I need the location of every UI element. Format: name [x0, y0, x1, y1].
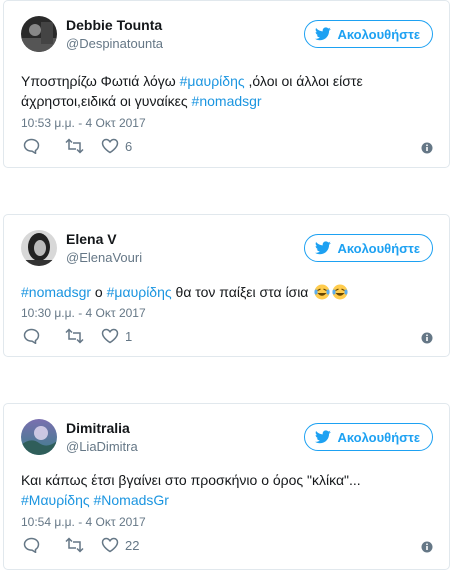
- reply-button[interactable]: [23, 537, 40, 553]
- timestamp[interactable]: 10:54 μ.μ. - 4 Οκτ 2017: [21, 514, 146, 530]
- follow-button[interactable]: Ακολουθήστε: [304, 20, 433, 48]
- retweet-icon: [65, 138, 84, 154]
- reply-icon: [23, 537, 40, 553]
- hashtag-link[interactable]: #nomadsgr: [21, 284, 91, 300]
- laughing-emoji-icon: [314, 284, 348, 305]
- twitter-bird-icon: [315, 241, 332, 255]
- info-icon: [421, 332, 433, 344]
- portrait-icon: [21, 16, 57, 52]
- hashtag-link[interactable]: #Μαυρίδης: [21, 492, 90, 508]
- avatar[interactable]: [21, 230, 57, 266]
- heart-icon: [101, 138, 119, 154]
- timestamp[interactable]: 10:53 μ.μ. - 4 Οκτ 2017: [21, 115, 146, 131]
- retweet-button[interactable]: [65, 328, 84, 344]
- tweet-hashtags: #Μαυρίδης #NomadsGr: [21, 490, 433, 510]
- display-name[interactable]: Elena V: [66, 230, 117, 248]
- retweet-button[interactable]: [65, 537, 84, 553]
- info-icon: [421, 142, 433, 154]
- hashtag-link[interactable]: #nomadsgr: [192, 93, 262, 109]
- follow-label: Ακολουθήστε: [337, 26, 420, 42]
- tweet-text: Υποστηρίζω Φωτιά λόγω #μαυρίδης ,όλοι οι…: [21, 71, 433, 111]
- user-handle[interactable]: @Despinatounta: [66, 35, 163, 52]
- follow-button[interactable]: Ακολουθήστε: [304, 234, 433, 262]
- follow-label: Ακολουθήστε: [337, 240, 420, 256]
- follow-button[interactable]: Ακολουθήστε: [304, 423, 433, 451]
- tweet-card: Elena V @ElenaVouri Ακολουθήστε #nomadsg…: [3, 214, 450, 357]
- display-name[interactable]: Dimitralia: [66, 419, 130, 437]
- hashtag-link[interactable]: #μαυρίδης: [107, 284, 172, 300]
- retweet-button[interactable]: [65, 138, 84, 154]
- like-count: 1: [125, 328, 133, 344]
- laughing-emoji-icon: [314, 284, 348, 300]
- tweet-text-part: ο: [91, 284, 107, 300]
- tweet-card: Debbie Tounta @Despinatounta Ακολουθήστε…: [3, 0, 450, 168]
- retweet-icon: [65, 328, 84, 344]
- user-handle[interactable]: @ElenaVouri: [66, 249, 142, 266]
- info-button[interactable]: [421, 540, 433, 558]
- reply-icon: [23, 138, 40, 154]
- avatar[interactable]: [21, 419, 57, 455]
- info-icon: [421, 541, 433, 553]
- tweet-actions: 6: [21, 138, 433, 158]
- like-button[interactable]: 6: [101, 138, 132, 154]
- user-handle[interactable]: @LiaDimitra: [66, 438, 138, 455]
- info-button[interactable]: [421, 141, 433, 159]
- avatar[interactable]: [21, 16, 57, 52]
- display-name[interactable]: Debbie Tounta: [66, 16, 162, 34]
- landscape-icon: [21, 419, 57, 455]
- retweet-icon: [65, 537, 84, 553]
- like-button[interactable]: 22: [101, 537, 139, 553]
- hashtag-link[interactable]: #NomadsGr: [94, 492, 169, 508]
- tweet-card: Dimitralia @LiaDimitra Ακολουθήστε Και κ…: [3, 403, 450, 570]
- timestamp[interactable]: 10:30 μ.μ. - 4 Οκτ 2017: [21, 305, 146, 321]
- heart-icon: [101, 328, 119, 344]
- portrait-icon: [21, 230, 57, 266]
- tweet-text-part: Υποστηρίζω Φωτιά λόγω: [21, 73, 180, 89]
- info-button[interactable]: [421, 331, 433, 349]
- tweet-text: Και κάπως έτσι βγαίνει στο προσκήνιο ο ό…: [21, 470, 433, 510]
- reply-icon: [23, 328, 40, 344]
- reply-button[interactable]: [23, 138, 40, 154]
- twitter-bird-icon: [315, 430, 332, 444]
- like-count: 6: [125, 138, 133, 154]
- reply-button[interactable]: [23, 328, 40, 344]
- twitter-bird-icon: [315, 27, 332, 41]
- tweet-actions: 1: [21, 328, 433, 348]
- follow-label: Ακολουθήστε: [337, 429, 420, 445]
- tweet-text: #nomadsgr ο #μαυρίδης θα τον παίξει στα …: [21, 282, 433, 305]
- tweet-actions: 22: [21, 537, 433, 557]
- like-button[interactable]: 1: [101, 328, 132, 344]
- tweet-text-part: θα τον παίξει στα ίσια: [171, 284, 313, 300]
- tweet-text-part: Και κάπως έτσι βγαίνει στο προσκήνιο ο ό…: [21, 472, 361, 488]
- hashtag-link[interactable]: #μαυρίδης: [180, 73, 245, 89]
- heart-icon: [101, 537, 119, 553]
- like-count: 22: [125, 537, 140, 553]
